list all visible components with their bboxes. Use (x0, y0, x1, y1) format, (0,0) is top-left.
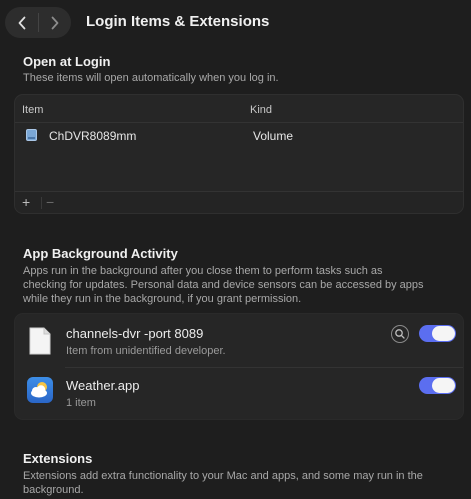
table-footer: + − (15, 191, 463, 213)
info-button[interactable] (391, 325, 409, 343)
remove-item-button[interactable]: − (46, 194, 54, 210)
nav-divider (38, 13, 39, 32)
back-button[interactable] (5, 7, 38, 38)
toggle-knob (432, 326, 455, 341)
toggle-knob (432, 378, 455, 393)
list-item[interactable]: channels-dvr -port 8089 Item from uniden… (15, 314, 463, 368)
channels-dvr-toggle[interactable] (419, 325, 456, 342)
background-activity-title: App Background Activity (23, 246, 178, 261)
add-item-button[interactable]: + (22, 194, 30, 210)
login-items-table: Item Kind ChDVR8089mm Volume + − (14, 94, 464, 214)
item-name: channels-dvr -port 8089 (66, 326, 204, 341)
description-line: while they run in the background, if you… (23, 293, 302, 305)
background-activity-description: Apps run in the background after you clo… (23, 264, 424, 306)
document-icon (29, 327, 51, 355)
chevron-right-icon (51, 16, 58, 29)
weather-app-toggle[interactable] (419, 377, 456, 394)
open-at-login-title: Open at Login (23, 54, 111, 69)
open-at-login-description: These items will open automatically when… (23, 72, 279, 84)
item-subtitle: 1 item (66, 397, 96, 409)
row-item-kind: Volume (253, 129, 294, 143)
list-item[interactable]: Weather.app 1 item (15, 368, 463, 419)
extensions-title: Extensions (23, 451, 93, 466)
item-subtitle: Item from unidentified developer. (66, 345, 226, 357)
row-item-name: ChDVR8089mm (49, 129, 137, 143)
description-line: background. (23, 484, 84, 496)
column-header-item[interactable]: Item (22, 104, 43, 116)
magnifier-info-icon (395, 329, 405, 339)
extensions-description: Extensions add extra functionality to yo… (23, 469, 423, 497)
description-line: Extensions add extra functionality to yo… (23, 470, 423, 482)
column-header-kind[interactable]: Kind (250, 104, 272, 116)
background-items-list: channels-dvr -port 8089 Item from uniden… (14, 313, 464, 420)
chevron-left-icon (18, 16, 25, 29)
header-divider (15, 122, 463, 123)
navigation-buttons (5, 7, 71, 38)
volume-icon (26, 129, 37, 141)
item-name: Weather.app (66, 378, 140, 393)
description-line: Apps run in the background after you clo… (23, 265, 383, 277)
description-line: checking for updates. Personal data and … (23, 279, 424, 291)
forward-button[interactable] (38, 7, 71, 38)
weather-app-icon (27, 377, 53, 403)
window-title: Login Items & Extensions (86, 13, 270, 30)
toolbar: Login Items & Extensions (0, 0, 471, 44)
footer-divider (41, 197, 42, 209)
